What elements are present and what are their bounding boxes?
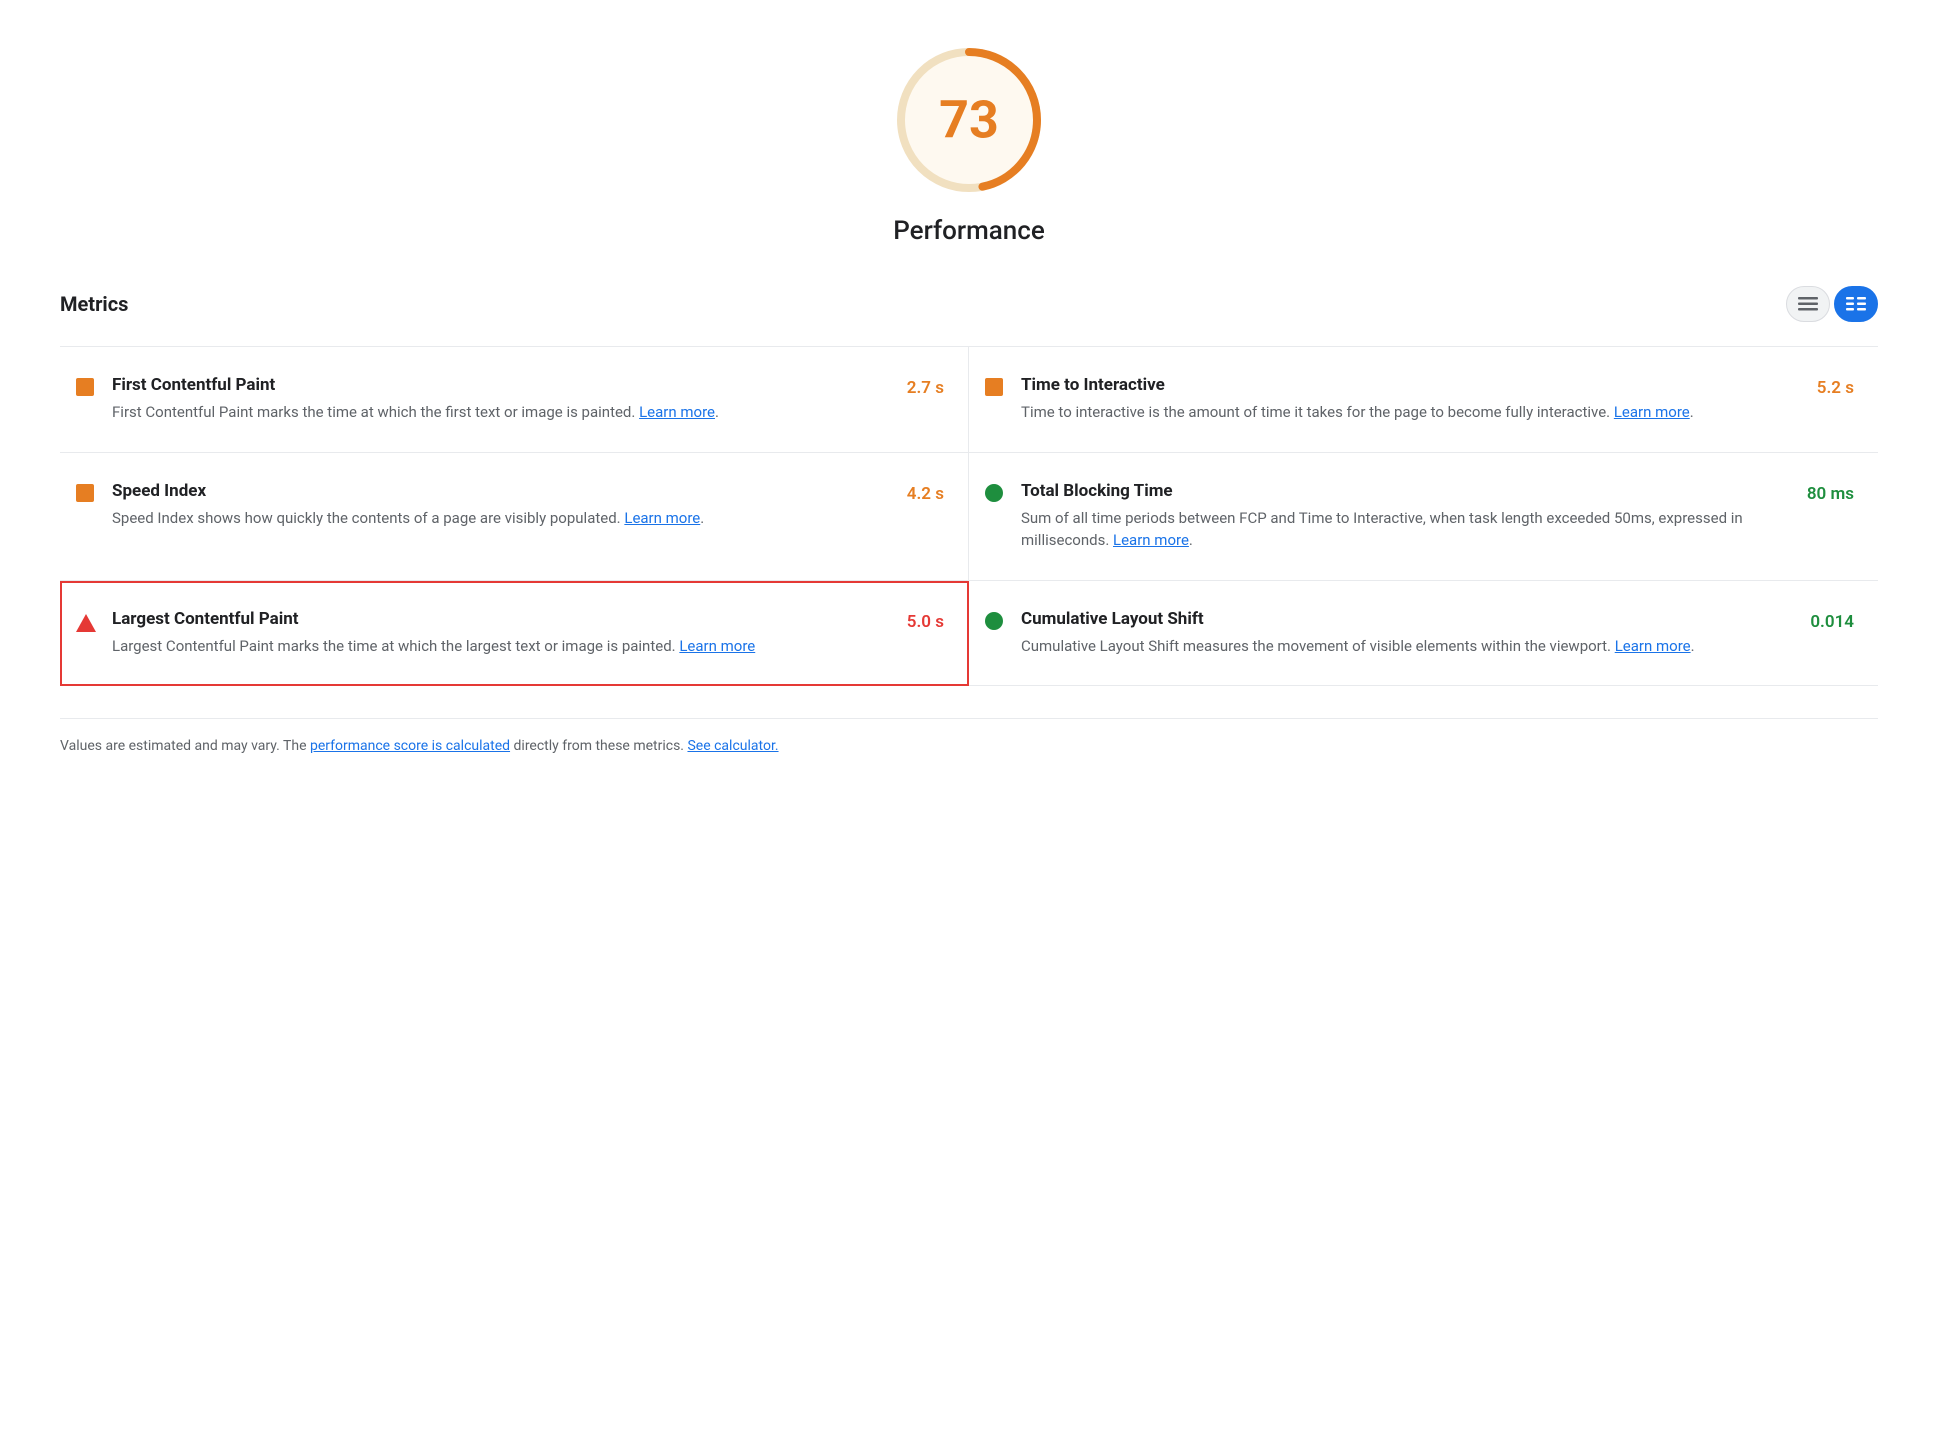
orange-square-icon-3 (76, 484, 94, 502)
red-triangle-icon (76, 614, 96, 632)
metric-tti: Time to Interactive Time to interactive … (969, 347, 1878, 453)
metrics-header: Metrics (60, 286, 1878, 338)
metric-tbt: Total Blocking Time Sum of all time peri… (969, 453, 1878, 581)
cls-content: Cumulative Layout Shift Cumulative Layou… (1021, 609, 1802, 658)
cls-description: Cumulative Layout Shift measures the mov… (1021, 635, 1802, 658)
tti-description: Time to interactive is the amount of tim… (1021, 401, 1809, 424)
performance-score-link[interactable]: performance score is calculated (310, 738, 510, 754)
tbt-value: 80 ms (1807, 484, 1854, 504)
tbt-name: Total Blocking Time (1021, 481, 1799, 501)
si-icon (76, 484, 104, 502)
lcp-name: Largest Contentful Paint (112, 609, 899, 629)
lcp-content: Largest Contentful Paint Largest Content… (112, 609, 899, 658)
list-icon (1798, 297, 1818, 311)
tbt-icon (985, 484, 1013, 502)
si-name: Speed Index (112, 481, 899, 501)
tti-learn-more[interactable]: Learn more (1614, 403, 1690, 421)
si-content: Speed Index Speed Index shows how quickl… (112, 481, 899, 530)
cls-value: 0.014 (1810, 612, 1854, 632)
lcp-learn-more[interactable]: Learn more (679, 637, 755, 655)
orange-square-icon-2 (985, 378, 1003, 396)
score-number: 73 (939, 90, 999, 151)
view-toggle (1786, 286, 1878, 322)
tti-content: Time to Interactive Time to interactive … (1021, 375, 1809, 424)
detail-view-button[interactable] (1834, 286, 1878, 322)
metrics-section: Metrics (60, 286, 1878, 686)
tbt-learn-more[interactable]: Learn more (1113, 531, 1189, 549)
metric-lcp: Largest Contentful Paint Largest Content… (60, 581, 969, 687)
tti-value: 5.2 s (1817, 378, 1854, 398)
metrics-title: Metrics (60, 292, 128, 316)
see-calculator-link[interactable]: See calculator. (687, 738, 778, 754)
lcp-description: Largest Contentful Paint marks the time … (112, 635, 899, 658)
cls-icon (985, 612, 1013, 630)
fcp-learn-more[interactable]: Learn more (639, 403, 715, 421)
metric-cls: Cumulative Layout Shift Cumulative Layou… (969, 581, 1878, 687)
score-section: 73 Performance (60, 40, 1878, 246)
green-circle-icon-2 (985, 612, 1003, 630)
metric-fcp: First Contentful Paint First Contentful … (60, 347, 969, 453)
tti-icon (985, 378, 1013, 396)
si-learn-more[interactable]: Learn more (624, 509, 700, 527)
fcp-value: 2.7 s (907, 378, 944, 398)
footer-text-middle: directly from these metrics. (510, 738, 687, 754)
detail-icon (1846, 297, 1866, 311)
tbt-content: Total Blocking Time Sum of all time peri… (1021, 481, 1799, 552)
lcp-icon (76, 612, 104, 632)
green-circle-icon (985, 484, 1003, 502)
cls-learn-more[interactable]: Learn more (1615, 637, 1691, 655)
fcp-icon (76, 378, 104, 396)
fcp-content: First Contentful Paint First Contentful … (112, 375, 899, 424)
footer-note: Values are estimated and may vary. The p… (60, 718, 1878, 757)
fcp-name: First Contentful Paint (112, 375, 899, 395)
lcp-value: 5.0 s (907, 612, 944, 632)
fcp-description: First Contentful Paint marks the time at… (112, 401, 899, 424)
footer-text-before: Values are estimated and may vary. The (60, 738, 310, 754)
cls-name: Cumulative Layout Shift (1021, 609, 1802, 629)
score-label: Performance (893, 216, 1045, 246)
si-value: 4.2 s (907, 484, 944, 504)
tbt-description: Sum of all time periods between FCP and … (1021, 507, 1799, 552)
si-description: Speed Index shows how quickly the conten… (112, 507, 899, 530)
metrics-grid: First Contentful Paint First Contentful … (60, 346, 1878, 686)
tti-name: Time to Interactive (1021, 375, 1809, 395)
score-circle: 73 (889, 40, 1049, 200)
orange-square-icon (76, 378, 94, 396)
metric-si: Speed Index Speed Index shows how quickl… (60, 453, 969, 581)
list-view-button[interactable] (1786, 286, 1830, 322)
